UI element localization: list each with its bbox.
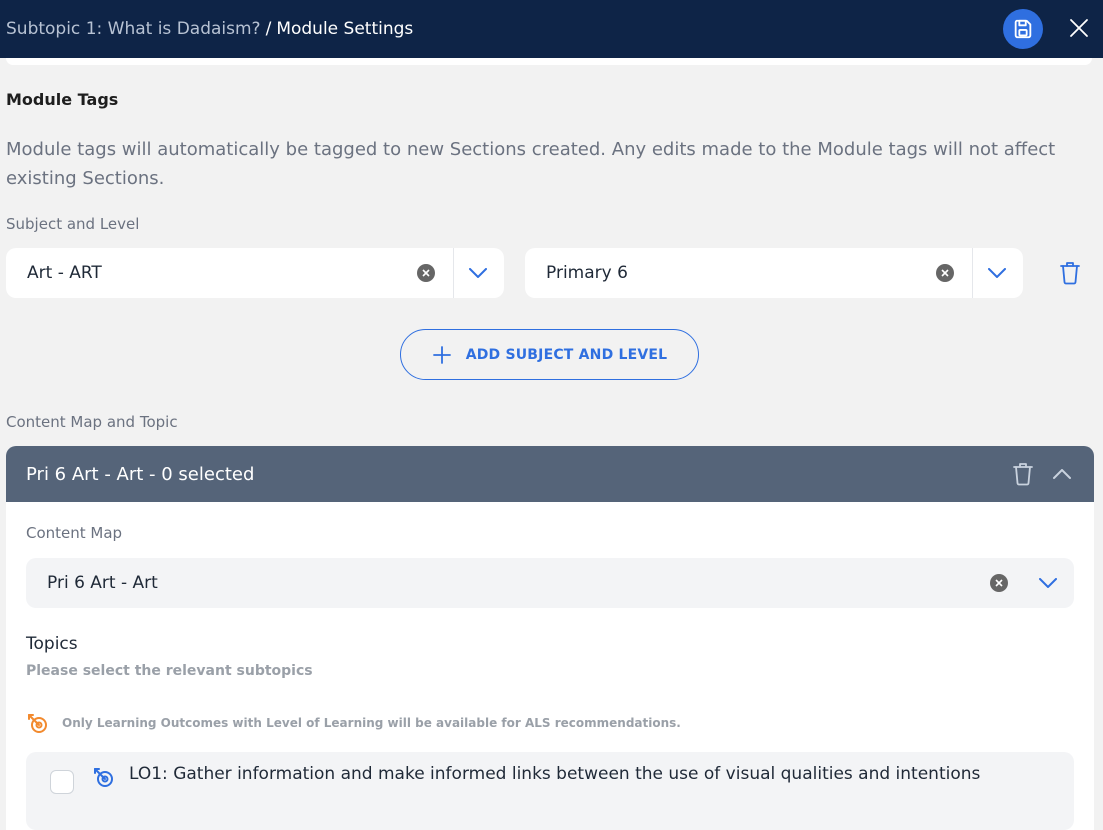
- target-icon: [94, 768, 113, 787]
- learning-outcome-label: LO1: Gather information and make informe…: [129, 764, 981, 784]
- accordion-title: Pri 6 Art - Art - 0 selected: [26, 463, 255, 485]
- close-icon: [1070, 19, 1088, 37]
- add-subject-level-label: ADD SUBJECT AND LEVEL: [465, 346, 668, 363]
- chevron-down-icon[interactable]: [987, 263, 1007, 283]
- page-title: Module Settings: [276, 19, 414, 39]
- breadcrumb-parent[interactable]: Subtopic 1: What is Dadaism?: [6, 19, 261, 39]
- chevron-up-icon[interactable]: [1052, 464, 1072, 484]
- delete-content-map-button[interactable]: [1012, 462, 1034, 486]
- delete-subject-level-button[interactable]: [1059, 261, 1081, 285]
- select-divider: [972, 248, 973, 298]
- breadcrumb-separator: /: [265, 19, 272, 39]
- select-divider: [453, 248, 454, 298]
- clear-icon[interactable]: [990, 574, 1008, 592]
- clear-icon[interactable]: [417, 264, 435, 282]
- close-button[interactable]: [1066, 15, 1092, 41]
- add-subject-level-button[interactable]: ADD SUBJECT AND LEVEL: [400, 329, 699, 380]
- content-map-select-value: Pri 6 Art - Art: [47, 573, 158, 593]
- top-bar: Subtopic 1: What is Dadaism? / Module Se…: [0, 0, 1103, 58]
- save-icon: [1014, 19, 1032, 39]
- plus-icon: [432, 345, 452, 365]
- learning-outcome-checkbox[interactable]: [50, 770, 74, 794]
- level-select-value: Primary 6: [546, 263, 628, 283]
- subject-level-label: Subject and Level: [6, 215, 140, 233]
- topics-heading: Topics: [26, 634, 78, 654]
- chevron-down-icon[interactable]: [468, 263, 488, 283]
- previous-card-edge: [6, 58, 1092, 65]
- topics-subtitle: Please select the relevant subtopics: [26, 663, 313, 679]
- module-tags-heading: Module Tags: [6, 90, 119, 109]
- subject-select[interactable]: Art - ART: [6, 248, 504, 298]
- module-tags-description: Module tags will automatically be tagged…: [6, 139, 1056, 189]
- trash-icon: [1013, 463, 1033, 486]
- chevron-down-icon[interactable]: [1038, 573, 1058, 593]
- content-map-select[interactable]: Pri 6 Art - Art: [26, 558, 1074, 608]
- als-note: Only Learning Outcomes with Level of Lea…: [26, 712, 681, 734]
- trash-icon: [1060, 262, 1080, 285]
- content-map-accordion-body: Content Map Pri 6 Art - Art Topics Pleas…: [6, 502, 1094, 830]
- content-map-topic-label: Content Map and Topic: [6, 413, 178, 431]
- content-map-accordion-header[interactable]: Pri 6 Art - Art - 0 selected: [6, 446, 1094, 502]
- subject-select-value: Art - ART: [27, 263, 102, 283]
- learning-outcome-item[interactable]: LO1: Gather information and make informe…: [26, 752, 1074, 830]
- save-button[interactable]: [1003, 9, 1043, 49]
- clear-icon[interactable]: [936, 264, 954, 282]
- content-map-label: Content Map: [26, 524, 123, 542]
- target-icon: [28, 714, 47, 733]
- als-note-text: Only Learning Outcomes with Level of Lea…: [62, 716, 681, 730]
- level-select[interactable]: Primary 6: [525, 248, 1023, 298]
